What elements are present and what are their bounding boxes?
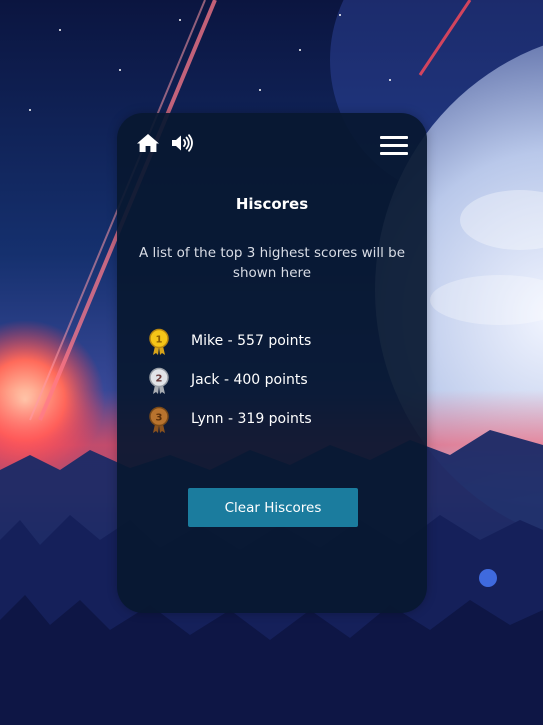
medal-rank-label: 2 xyxy=(156,374,163,385)
hiscore-text: Lynn - 319 points xyxy=(191,411,312,427)
bronze-medal-icon: 3 xyxy=(149,406,169,433)
silver-medal-icon: 2 xyxy=(149,367,169,394)
hiscore-item-1: 1 Mike - 557 points xyxy=(147,327,407,366)
page-title: Hiscores xyxy=(235,195,309,213)
speaker-volume-icon[interactable] xyxy=(171,134,195,152)
home-icon[interactable] xyxy=(136,133,160,153)
hiscore-item-3: 3 Lynn - 319 points xyxy=(147,405,407,444)
medal-rank-label: 3 xyxy=(156,413,163,424)
menu-bar-top xyxy=(380,136,408,139)
hamburger-menu-icon[interactable] xyxy=(380,136,408,155)
menu-bar-bottom xyxy=(380,152,408,155)
clear-hiscores-button[interactable]: Clear Hiscores xyxy=(188,488,358,527)
hiscore-item-2: 2 Jack - 400 points xyxy=(147,366,407,405)
medal-rank-label: 1 xyxy=(156,335,163,346)
hiscore-list: 1 Mike - 557 points 2 Jack - 400 points … xyxy=(147,327,407,444)
hiscore-text: Mike - 557 points xyxy=(191,333,312,349)
hiscore-text: Jack - 400 points xyxy=(191,372,308,388)
gold-medal-icon: 1 xyxy=(149,328,169,355)
hiscores-description: A list of the top 3 highest scores will … xyxy=(138,245,406,281)
hiscores-panel: Hiscores A list of the top 3 highest sco… xyxy=(117,113,427,613)
menu-bar-middle xyxy=(380,144,408,147)
